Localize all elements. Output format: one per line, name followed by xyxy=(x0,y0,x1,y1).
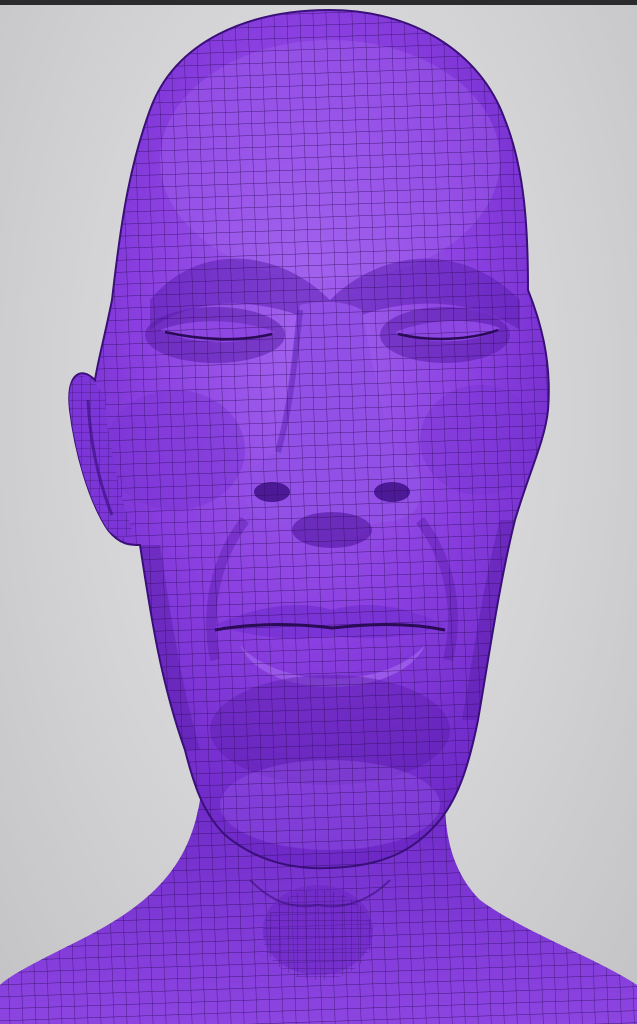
head-mesh-render[interactable] xyxy=(0,0,637,1024)
3d-viewport[interactable] xyxy=(0,0,637,1024)
